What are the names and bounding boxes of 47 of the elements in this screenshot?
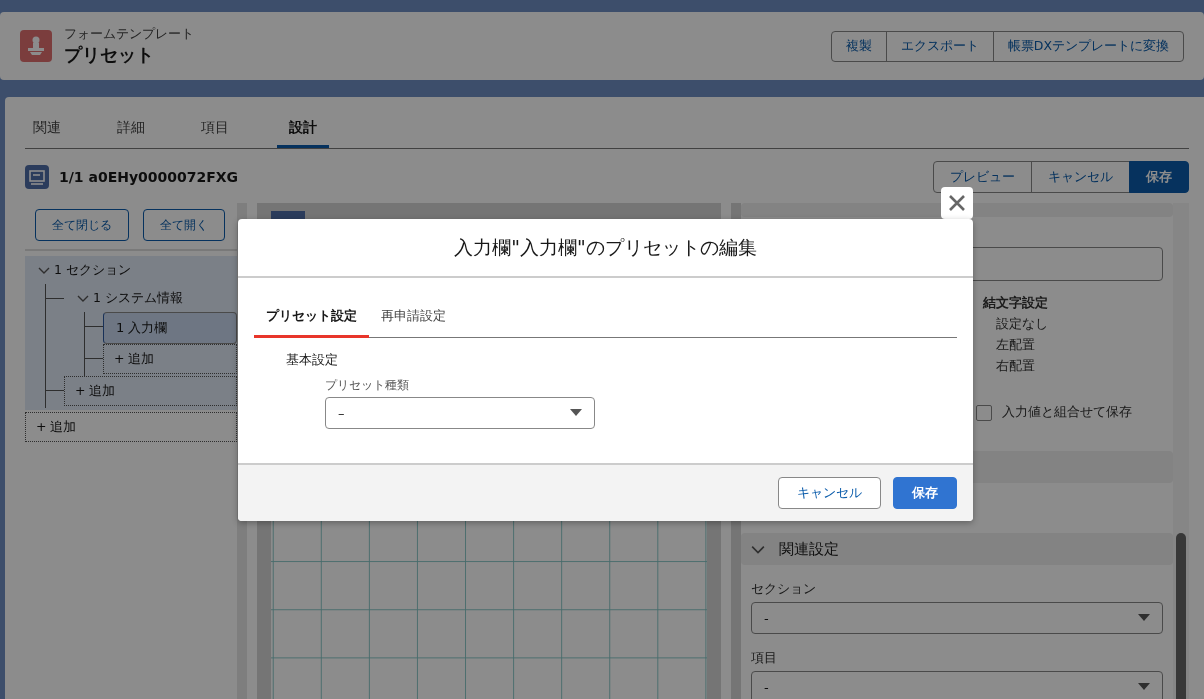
add-item-button[interactable]: + 追加 <box>25 412 237 442</box>
record-title: プリセット <box>64 43 155 67</box>
header-action-button[interactable]: エクスポート <box>885 30 994 62</box>
add-item-button[interactable]: + 追加 <box>103 344 237 374</box>
save-button[interactable]: 保存 <box>893 477 957 509</box>
tab[interactable]: 項目 <box>193 115 237 148</box>
tab[interactable]: プリセット設定 <box>254 298 369 338</box>
dropdown-icon <box>1138 614 1150 622</box>
tree-item[interactable]: 1 入力欄 <box>103 312 237 344</box>
field-label: 項目 <box>751 650 778 667</box>
checkbox-label: 入力値と組合せて保存 <box>1002 404 1132 421</box>
field-label: セクション <box>751 581 817 598</box>
select-field[interactable]: - <box>751 602 1163 634</box>
document-icon <box>25 165 49 189</box>
dropdown-icon <box>570 409 582 417</box>
tree-toggle-button[interactable]: 全て開く <box>143 209 225 241</box>
tab[interactable]: 詳細 <box>109 115 153 148</box>
checkbox[interactable] <box>976 404 992 421</box>
close-button[interactable] <box>941 187 973 219</box>
tree-item[interactable]: 1 セクション <box>25 256 237 284</box>
radio-option[interactable]: 右配置 <box>996 358 1163 374</box>
tree-item[interactable]: 1 システム情報 <box>64 284 237 312</box>
dropdown-icon <box>1138 683 1150 691</box>
tab[interactable]: 再申請設定 <box>369 298 458 338</box>
field-label: プリセット種類 <box>325 377 410 394</box>
save-button[interactable]: 保存 <box>1129 161 1189 193</box>
toolbar-button[interactable]: キャンセル <box>1031 161 1130 193</box>
header-action-button[interactable]: 帳票DXテンプレートに変換 <box>992 30 1184 62</box>
object-type-label: フォームテンプレート <box>64 25 194 43</box>
radio-option[interactable]: 設定なし <box>996 316 1163 332</box>
tab[interactable]: 関連 <box>25 115 69 148</box>
section-title: 関連設定 <box>779 539 839 559</box>
header-action-button[interactable]: 複製 <box>830 30 887 62</box>
record-name: 1/1 a0EHy0000072FXG <box>59 169 239 185</box>
select-field[interactable]: – <box>325 397 595 429</box>
toolbar-button[interactable]: プレビュー <box>933 161 1032 193</box>
select-field[interactable]: - <box>751 671 1163 699</box>
cancel-button[interactable]: キャンセル <box>778 477 881 509</box>
tab[interactable]: 設計 <box>277 115 329 148</box>
section-title: 基本設定 <box>286 352 339 369</box>
radio-option[interactable]: 左配置 <box>996 337 1163 353</box>
tree-toggle-button[interactable]: 全て閉じる <box>35 209 129 241</box>
stamp-icon <box>20 30 52 62</box>
add-item-button[interactable]: + 追加 <box>64 376 237 406</box>
modal-title: 入力欄"入力欄"のプリセットの編集 <box>454 234 757 260</box>
connector-heading: 結文字設定 <box>983 295 1049 312</box>
close-icon <box>947 193 967 213</box>
